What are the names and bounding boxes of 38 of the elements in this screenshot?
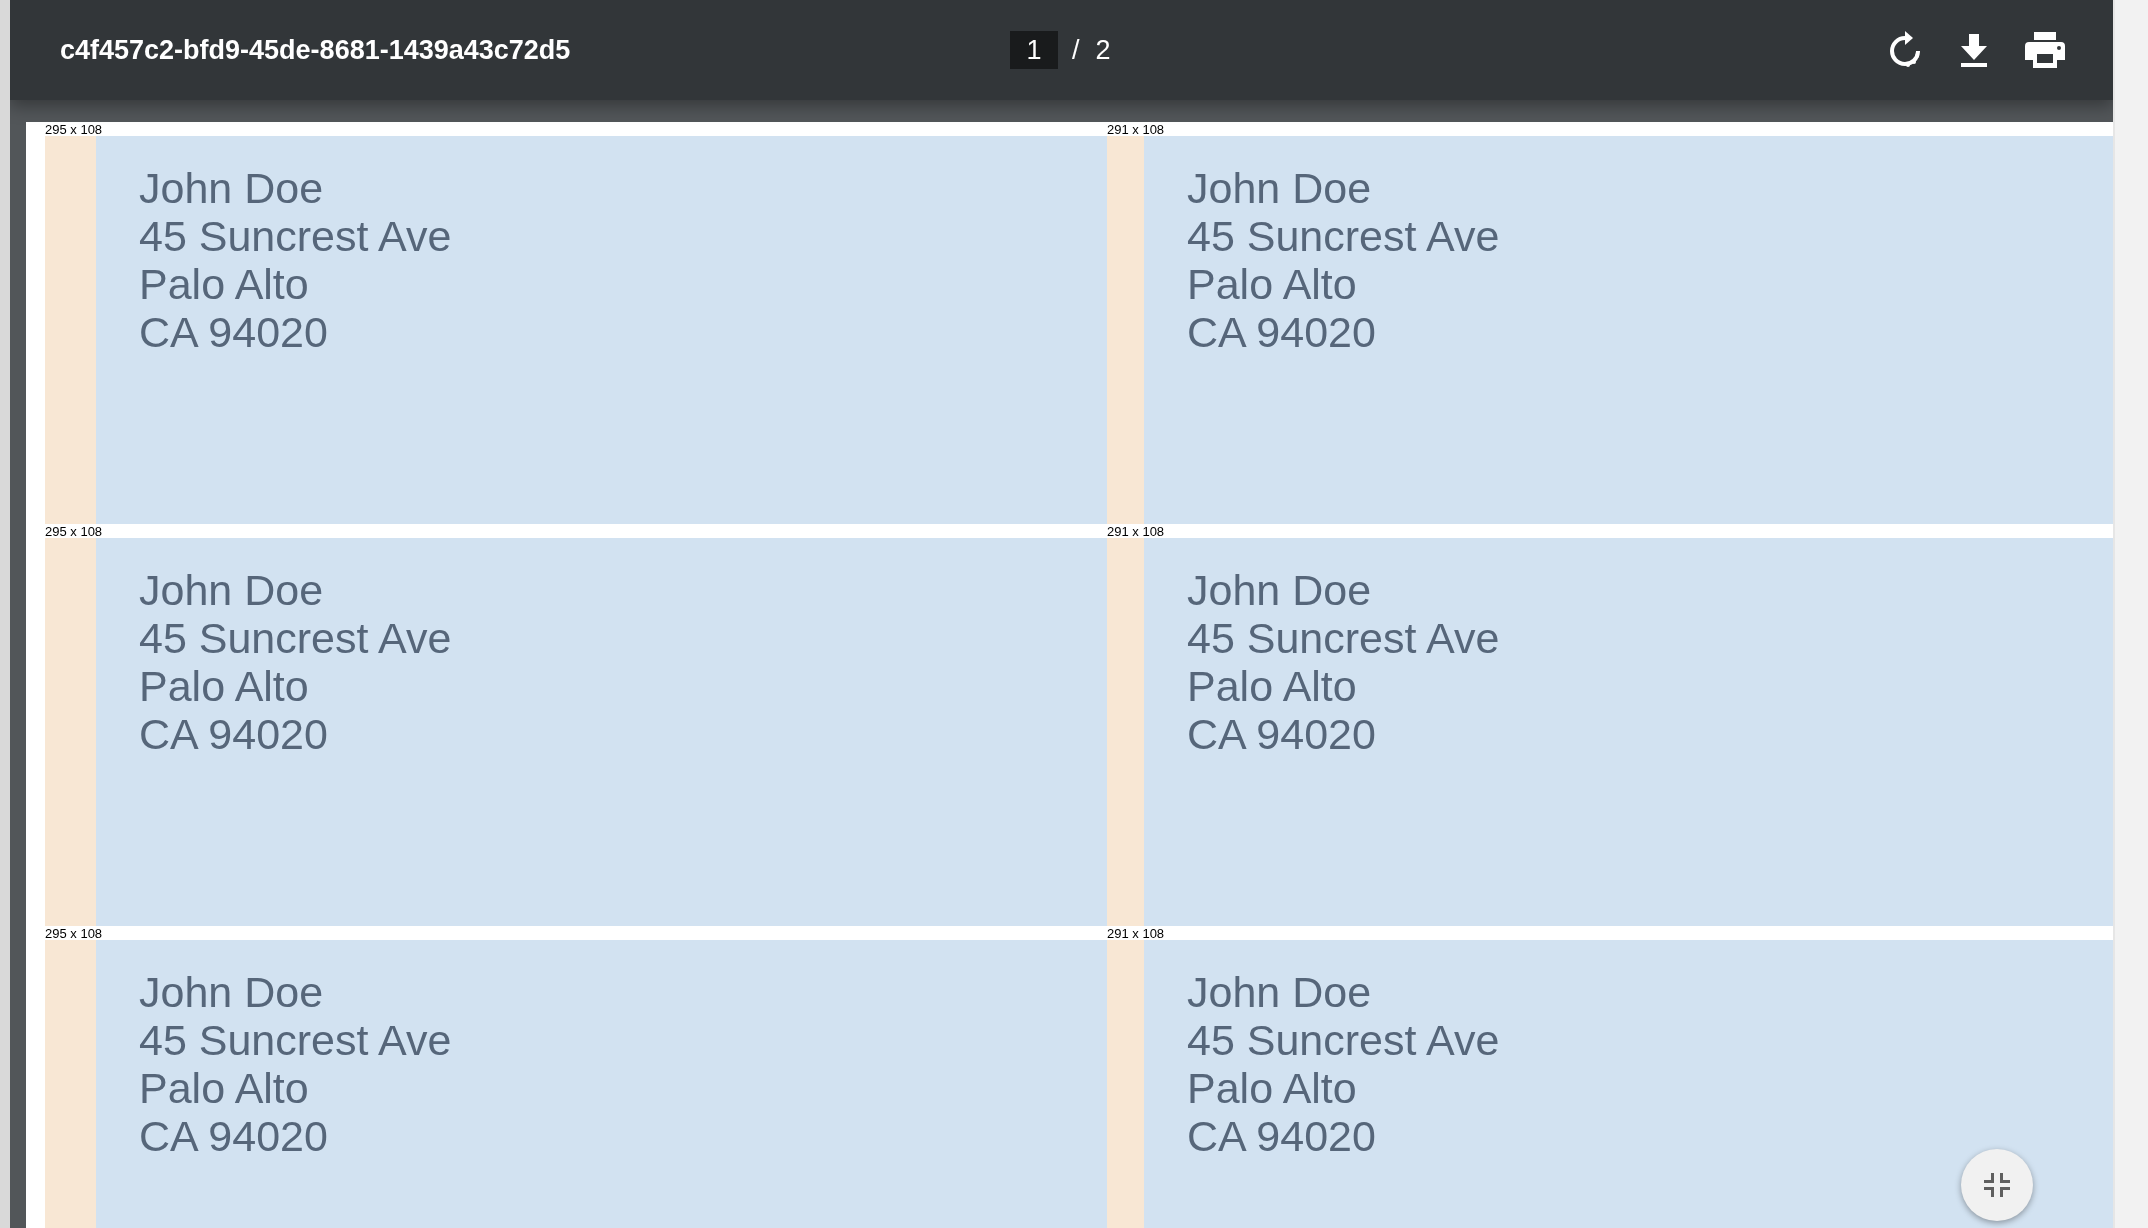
address-line: CA 94020 bbox=[139, 1112, 329, 1160]
label-size: 295 x 108 bbox=[45, 524, 103, 538]
address-line: John Doe bbox=[1187, 164, 1373, 212]
address-line: Palo Alto bbox=[139, 662, 310, 710]
address-line: 45 Suncrest Ave bbox=[1187, 614, 1500, 662]
address-line: 45 Suncrest Ave bbox=[1187, 1016, 1500, 1064]
page-separator: / bbox=[1072, 34, 1080, 67]
page-count: 2 bbox=[1095, 34, 1111, 67]
print-icon[interactable] bbox=[2025, 31, 2065, 69]
address-line: CA 94020 bbox=[139, 308, 329, 356]
address-line: Palo Alto bbox=[1187, 662, 1358, 710]
label-size: 295 x 108 bbox=[45, 926, 103, 940]
page-number-field[interactable]: 1 bbox=[1010, 31, 1058, 70]
label-size: 291 x 108 bbox=[1107, 122, 1165, 136]
address-line: Palo Alto bbox=[139, 260, 310, 308]
collapse-icon bbox=[1984, 1173, 2010, 1197]
address-line: Palo Alto bbox=[139, 1064, 310, 1112]
address-line: 45 Suncrest Ave bbox=[1187, 212, 1500, 260]
address-line: 45 Suncrest Ave bbox=[139, 212, 452, 260]
document-title: c4f457c2-bfd9-45de-8681-1439a43c72d5 bbox=[60, 33, 571, 67]
address-line: John Doe bbox=[139, 968, 325, 1016]
address-line: John Doe bbox=[139, 164, 325, 212]
address-line: 45 Suncrest Ave bbox=[139, 614, 452, 662]
address-line: CA 94020 bbox=[1187, 1112, 1377, 1160]
label-size: 295 x 108 bbox=[45, 122, 103, 136]
address-line: CA 94020 bbox=[1187, 710, 1377, 758]
address-line: Palo Alto bbox=[1187, 1064, 1358, 1112]
label-size: 291 x 108 bbox=[1107, 926, 1165, 940]
label-size: 291 x 108 bbox=[1107, 524, 1165, 538]
address-line: CA 94020 bbox=[1187, 308, 1377, 356]
address-line: John Doe bbox=[1187, 566, 1373, 614]
address-line: John Doe bbox=[139, 566, 325, 614]
address-line: John Doe bbox=[1187, 968, 1373, 1016]
download-icon[interactable] bbox=[1959, 32, 1989, 68]
address-line: 45 Suncrest Ave bbox=[139, 1016, 452, 1064]
rotate-icon[interactable] bbox=[1887, 30, 1923, 70]
address-line: CA 94020 bbox=[139, 710, 329, 758]
address-line: Palo Alto bbox=[1187, 260, 1358, 308]
